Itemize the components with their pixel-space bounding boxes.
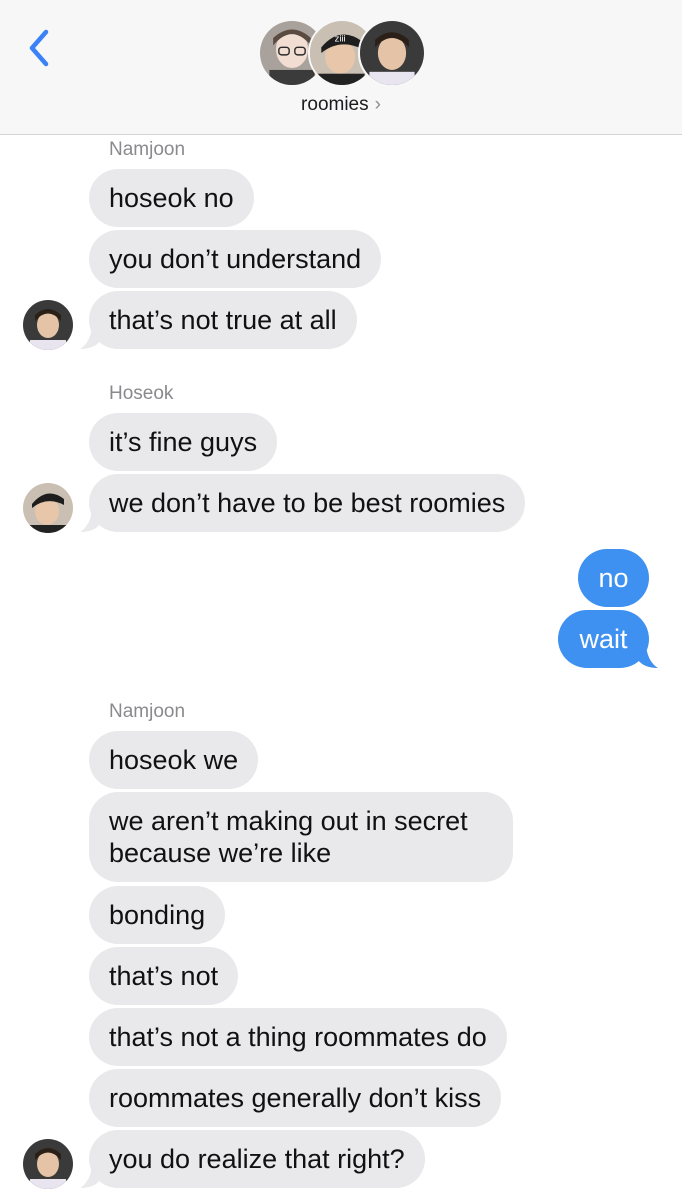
message-bubble-incoming[interactable]: it’s fine guys [89,413,278,471]
bubble-tail [80,510,100,532]
sender-label: Hoseok [109,383,174,404]
conversation-header: ziii roomies › [0,0,682,135]
group-name-button[interactable]: roomies › [0,94,682,116]
message-bubble-incoming[interactable]: that’s not [89,947,239,1005]
sender-avatar[interactable] [23,1139,73,1189]
message-bubble-outgoing[interactable]: no [578,549,649,607]
message-bubble-incoming[interactable]: we don’t have to be best roomies [89,474,526,532]
message-bubble-incoming[interactable]: that’s not a thing roommates do [89,1008,507,1066]
back-button[interactable] [22,28,56,68]
avatar [358,19,426,87]
group-name-label: roomies [301,94,369,115]
chevron-left-icon [29,29,49,67]
bubble-tail [638,646,658,668]
chevron-right-icon: › [374,94,381,115]
bubble-tail [80,1166,100,1188]
message-bubble-incoming[interactable]: you do realize that right? [89,1130,425,1188]
message-bubble-incoming[interactable]: bonding [89,886,226,944]
sender-avatar[interactable] [23,483,73,533]
message-bubble-incoming[interactable]: that’s not true at all [89,291,357,349]
bubble-tail [80,327,100,349]
sender-label: Namjoon [109,701,186,722]
svg-text:ziii: ziii [335,33,346,44]
sender-avatar[interactable] [23,300,73,350]
message-bubble-outgoing[interactable]: wait [558,610,649,668]
sender-label: Namjoon [109,139,186,160]
message-bubble-incoming[interactable]: roommates generally don’t kiss [89,1069,502,1127]
message-bubble-incoming[interactable]: hoseok we [89,731,259,789]
group-avatars[interactable]: ziii [258,19,426,89]
message-bubble-incoming[interactable]: hoseok no [89,169,254,227]
message-bubble-incoming[interactable]: we aren’t making out in secret because w… [89,792,513,882]
message-bubble-incoming[interactable]: you don’t understand [89,230,382,288]
